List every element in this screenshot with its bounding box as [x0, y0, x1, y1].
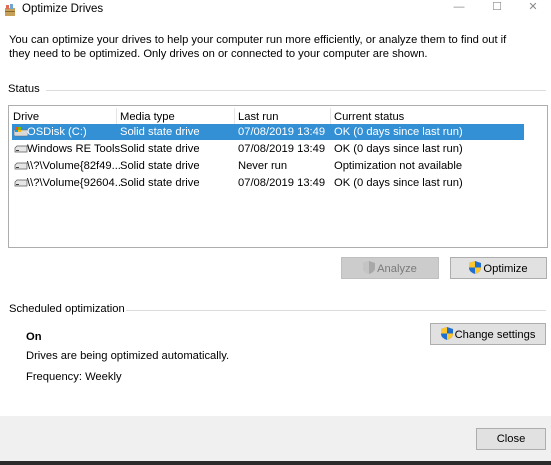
media-type: Solid state drive — [120, 126, 200, 138]
intro-text: You can optimize your drives to help you… — [9, 34, 507, 60]
schedule-state: On — [26, 331, 42, 343]
current-status: OK (0 days since last run) — [334, 177, 463, 189]
column-header-drive[interactable]: Drive — [13, 111, 39, 123]
shield-icon — [469, 261, 482, 274]
last-run: 07/08/2019 13:49 — [238, 177, 326, 189]
defrag-app-icon — [5, 4, 15, 16]
schedule-description: Drives are being optimized automatically… — [26, 350, 230, 362]
column-separator — [330, 108, 331, 124]
drive-row[interactable]: Windows RE Tools Solid state drive 07/08… — [12, 141, 524, 157]
window-title: Optimize Drives — [22, 3, 104, 15]
last-run: Never run — [238, 160, 288, 172]
media-type: Solid state drive — [120, 177, 200, 189]
media-type: Solid state drive — [120, 143, 200, 155]
last-run: 07/08/2019 13:49 — [238, 143, 326, 155]
drive-name: \\?\Volume{82f49... — [27, 160, 121, 172]
status-divider — [46, 90, 546, 91]
drive-name: OSDisk (C:) — [27, 126, 87, 138]
column-separator — [234, 108, 235, 124]
drive-icon — [14, 145, 28, 153]
close-window-button[interactable]: ✕ — [518, 0, 548, 16]
change-settings-button[interactable]: Change settings — [430, 323, 546, 345]
drive-icon — [14, 179, 28, 187]
column-header-media-type[interactable]: Media type — [120, 111, 175, 123]
close-button[interactable]: Close — [476, 428, 546, 450]
drive-row[interactable]: \\?\Volume{82f49... Solid state drive Ne… — [12, 158, 524, 174]
taskbar-strip — [0, 461, 551, 465]
change-settings-label: Change settings — [454, 329, 536, 341]
drive-row[interactable]: \\?\Volume{92604... Solid state drive 07… — [12, 175, 524, 191]
column-separator — [116, 108, 117, 124]
media-type: Solid state drive — [120, 160, 200, 172]
minimize-button[interactable]: — — [444, 0, 474, 16]
scheduled-divider — [126, 310, 546, 311]
drive-name: Windows RE Tools — [27, 143, 121, 155]
column-header-current-status[interactable]: Current status — [334, 111, 404, 123]
optimize-label: Optimize — [483, 263, 528, 275]
drive-icon — [14, 162, 28, 170]
optimize-button[interactable]: Optimize — [450, 257, 547, 279]
status-heading: Status — [8, 83, 40, 95]
column-header-last-run[interactable]: Last run — [238, 111, 278, 123]
current-status: OK (0 days since last run) — [334, 143, 463, 155]
dialog-footer: Close — [0, 416, 551, 461]
drive-name: \\?\Volume{92604... — [27, 177, 125, 189]
last-run: 07/08/2019 13:49 — [238, 126, 326, 138]
analyze-button[interactable]: Analyze — [341, 257, 439, 279]
current-status: Optimization not available — [334, 160, 463, 172]
shield-icon — [363, 261, 376, 274]
shield-icon — [440, 327, 453, 340]
drive-list[interactable]: Drive Media type Last run Current status… — [8, 105, 548, 248]
title-bar: Optimize Drives — ☐ ✕ — [0, 0, 551, 22]
schedule-frequency: Frequency: Weekly — [26, 371, 122, 383]
maximize-button[interactable]: ☐ — [482, 0, 512, 16]
scheduled-optimization-heading: Scheduled optimization — [9, 303, 125, 315]
drive-row[interactable]: OSDisk (C:) Solid state drive 07/08/2019… — [12, 124, 524, 140]
os-drive-icon — [14, 127, 28, 137]
analyze-label: Analyze — [377, 263, 417, 275]
current-status: OK (0 days since last run) — [334, 126, 463, 138]
